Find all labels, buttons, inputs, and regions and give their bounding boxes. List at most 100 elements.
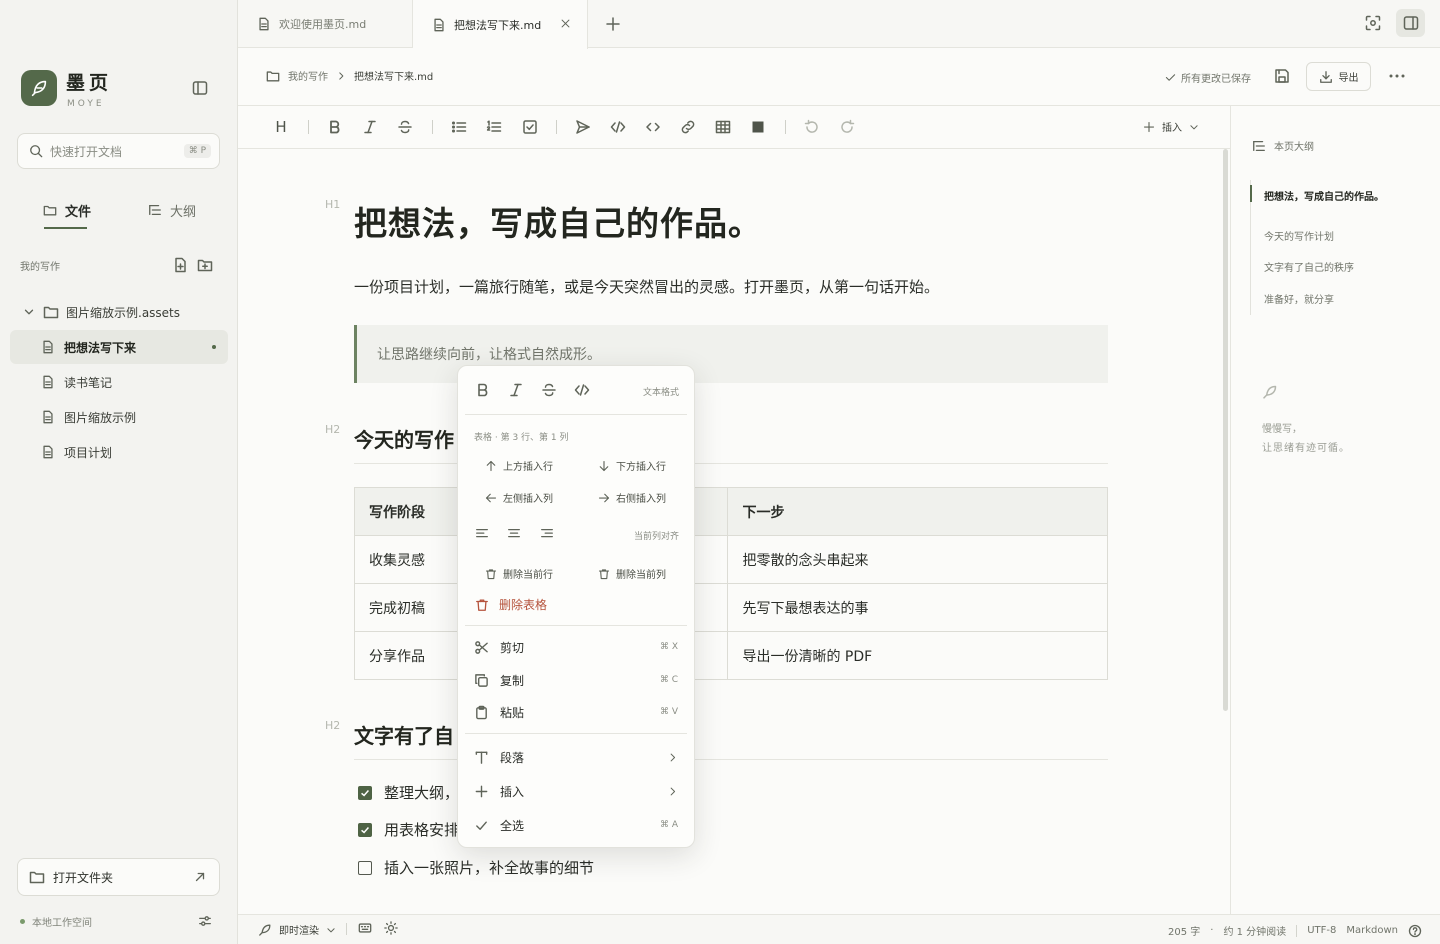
heading-button[interactable]: H	[272, 118, 290, 136]
strikethrough-button[interactable]	[396, 118, 414, 136]
send-button[interactable]	[574, 118, 592, 136]
more-horizontal-icon	[1389, 74, 1405, 78]
quick-open-search[interactable]: 快速打开文档 ⌘ P	[17, 133, 220, 169]
export-button[interactable]: 导出	[1306, 62, 1371, 91]
tree-file[interactable]: 把想法写下来	[10, 330, 228, 364]
bold-button[interactable]	[326, 118, 344, 136]
checkbox-checked[interactable]	[358, 822, 372, 837]
tab-outline[interactable]: 大纲	[148, 190, 196, 230]
link-button[interactable]	[679, 118, 697, 136]
help-icon[interactable]	[1408, 924, 1422, 938]
table-button[interactable]	[714, 118, 732, 136]
menu-strikethrough-button[interactable]	[540, 381, 558, 399]
align-center-button[interactable]	[507, 527, 521, 541]
more-options-button[interactable]	[1388, 68, 1406, 84]
right-panel-icon	[1403, 16, 1418, 30]
insert-dropdown[interactable]: 插入	[1143, 119, 1199, 134]
insert-col-left-button[interactable]: 左侧插入列	[485, 490, 553, 505]
task-item[interactable]: 用表格安排	[358, 819, 459, 840]
task-list-button[interactable]	[521, 118, 539, 136]
menu-bold-button[interactable]	[474, 381, 492, 399]
search-input[interactable]: 快速打开文档	[50, 143, 177, 160]
table-cell[interactable]: 把零散的念头串起来	[727, 535, 1108, 584]
menu-item-paste[interactable]: 粘贴 ⌘ V	[474, 702, 678, 722]
insert-col-right-button[interactable]: 右侧插入列	[598, 490, 666, 505]
code-icon	[574, 384, 590, 396]
menu-item-paragraph[interactable]: 段落	[474, 747, 678, 767]
tree-folder[interactable]: 图片缩放示例.assets	[10, 295, 228, 329]
table-cell[interactable]: 导出一份清晰的 PDF	[727, 631, 1108, 680]
document-tab[interactable]: 欢迎使用墨页.md	[238, 0, 413, 48]
menu-italic-button[interactable]	[507, 381, 525, 399]
align-right-button[interactable]	[540, 527, 554, 541]
new-folder-button[interactable]	[197, 257, 213, 273]
document-icon	[259, 17, 269, 31]
code-block-button[interactable]	[609, 118, 627, 136]
sidebar-toggle-button[interactable]	[192, 80, 208, 96]
menu-item-copy[interactable]: 复制 ⌘ C	[474, 670, 678, 690]
delete-table-button[interactable]: 删除表格	[475, 596, 547, 613]
check-icon	[1165, 74, 1176, 81]
image-button[interactable]	[749, 118, 767, 136]
new-tab-button[interactable]	[605, 16, 621, 32]
new-file-button[interactable]	[172, 257, 188, 273]
check-icon	[476, 821, 487, 830]
keyboard-button[interactable]	[358, 921, 372, 935]
document-title[interactable]: 把想法，写成自己的作品。	[354, 197, 762, 245]
breadcrumb-folder[interactable]: 我的写作	[288, 68, 328, 83]
trash-icon	[598, 568, 610, 579]
checkbox-unchecked[interactable]	[358, 860, 372, 875]
render-mode-dropdown[interactable]: 即时渲染	[258, 922, 336, 937]
folder-label: 图片缩放示例.assets	[66, 305, 181, 320]
undo-button[interactable]	[803, 118, 821, 136]
task-item[interactable]: 插入一张照片，补全故事的细节	[358, 857, 594, 878]
open-folder-button[interactable]: 打开文件夹	[17, 858, 220, 896]
encoding[interactable]: UTF-8	[1307, 925, 1336, 936]
italic-button[interactable]	[361, 118, 379, 136]
ordered-list-icon	[486, 120, 502, 132]
outline-item[interactable]: 把想法，写成自己的作品。	[1264, 188, 1384, 203]
focus-mode-button[interactable]	[1365, 15, 1381, 31]
inline-code-button[interactable]	[644, 118, 662, 136]
table-cell[interactable]: 先写下最想表达的事	[727, 583, 1108, 632]
export-label: 导出	[1338, 73, 1359, 84]
editor-scrollbar[interactable]	[1223, 149, 1228, 711]
menu-item-select-all[interactable]: 全选 ⌘ A	[474, 815, 678, 835]
heading-order[interactable]: 文字有了自	[354, 720, 454, 749]
menu-item-insert[interactable]: 插入	[474, 781, 678, 801]
redo-button[interactable]	[838, 118, 856, 136]
close-tab-button[interactable]	[560, 18, 571, 29]
outline-item[interactable]: 文字有了自己的秩序	[1264, 259, 1354, 274]
task-item[interactable]: 整理大纲，	[358, 782, 459, 803]
menu-item-cut[interactable]: 剪切 ⌘ X	[474, 637, 678, 657]
inline-code-icon	[646, 122, 660, 132]
checkbox-checked[interactable]	[358, 785, 372, 800]
ordered-list-button[interactable]	[485, 118, 503, 136]
table-header-cell[interactable]: 下一步	[727, 487, 1108, 536]
delete-col-button[interactable]: 删除当前列	[598, 566, 666, 581]
toggle-outline-panel-button[interactable]	[1396, 9, 1425, 37]
document-icon	[43, 445, 53, 459]
tree-file[interactable]: 读书笔记	[10, 365, 228, 399]
file-label: 读书笔记	[64, 375, 113, 390]
file-format[interactable]: Markdown	[1346, 925, 1398, 936]
delete-row-button[interactable]: 删除当前行	[485, 566, 553, 581]
intro-paragraph[interactable]: 一份项目计划，一篇旅行随笔，或是今天突然冒出的灵感。打开墨页，从第一句话开始。	[354, 276, 939, 297]
bullet-list-button[interactable]	[450, 118, 468, 136]
tree-file[interactable]: 项目计划	[10, 435, 228, 469]
chevron-right-icon	[339, 71, 344, 80]
menu-code-button[interactable]	[573, 381, 591, 399]
save-button[interactable]	[1274, 68, 1290, 84]
tree-file[interactable]: 图片缩放示例	[10, 400, 228, 434]
insert-row-above-button[interactable]: 上方插入行	[485, 458, 553, 473]
theme-toggle-button[interactable]	[384, 921, 398, 935]
arrow-up-icon	[486, 460, 496, 471]
outline-item[interactable]: 今天的写作计划	[1264, 228, 1334, 243]
tab-files[interactable]: 文件	[43, 190, 91, 230]
insert-row-below-button[interactable]: 下方插入行	[598, 458, 666, 473]
workspace-settings-button[interactable]	[198, 914, 212, 928]
toolbar-divider	[556, 120, 557, 134]
outline-item[interactable]: 准备好，就分享	[1264, 291, 1334, 306]
align-left-button[interactable]	[475, 527, 489, 541]
heading-writing-plan[interactable]: 今天的写作	[354, 424, 454, 453]
